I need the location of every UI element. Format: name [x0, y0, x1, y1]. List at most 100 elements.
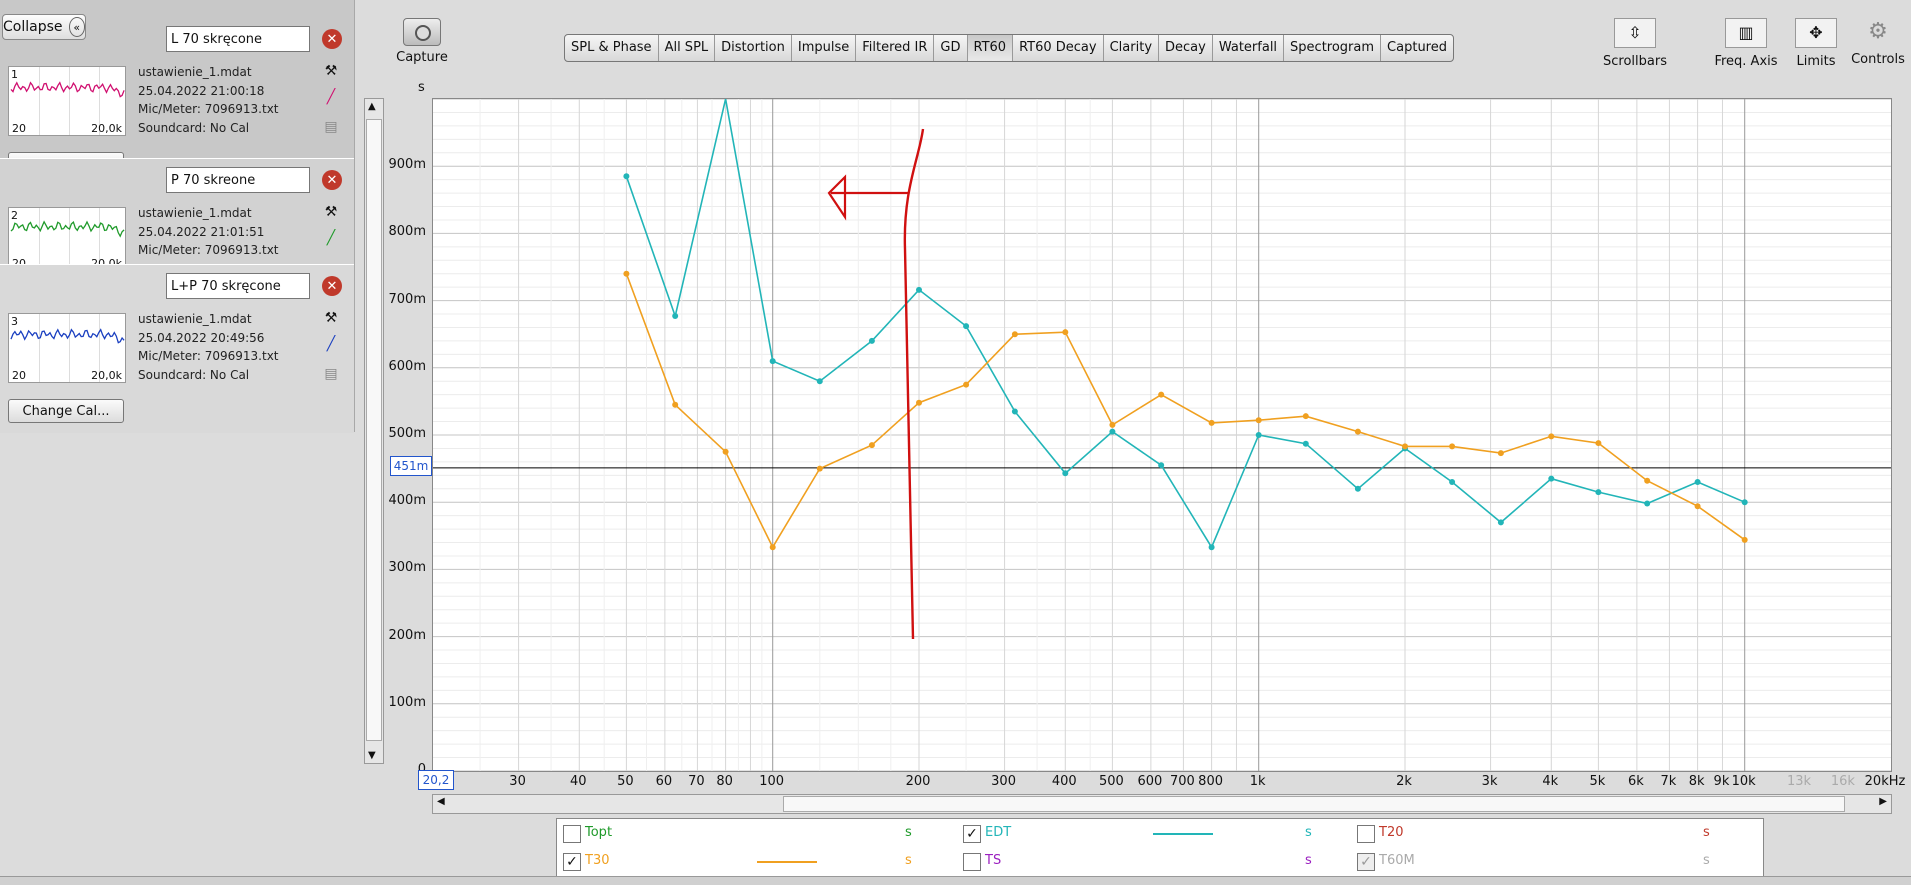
measurement-thumbnail[interactable]: 2 20 20,0k: [8, 207, 126, 271]
x-tick-label: 800: [1198, 774, 1223, 789]
data-point-t30: [1158, 391, 1165, 398]
pen-color-icon[interactable]: ╱: [322, 88, 340, 106]
notes-icon[interactable]: ▤: [322, 118, 340, 136]
data-point-edt: [1548, 475, 1555, 482]
change-cal-button[interactable]: Change Cal...: [8, 399, 124, 423]
data-point-t30: [1644, 477, 1651, 484]
limits-button[interactable]: ✥ Limits: [1790, 18, 1842, 69]
legend-unit: s: [1703, 825, 1710, 840]
measurement-mic: Mic/Meter: 7096913.txt: [138, 243, 279, 258]
legend-checkbox-edt[interactable]: ✓: [963, 825, 981, 843]
freq-axis-icon: ▥: [1725, 18, 1767, 48]
freq-axis-button[interactable]: ▥ Freq. Axis: [1710, 18, 1782, 69]
pen-color-icon[interactable]: ╱: [322, 335, 340, 353]
data-point-t30: [1062, 329, 1069, 336]
measurement-thumbnail[interactable]: 3 20 20,0k: [8, 313, 126, 383]
data-point-t30: [1449, 443, 1456, 450]
scrollbars-button[interactable]: ⇳ Scrollbars: [1600, 18, 1670, 69]
legend-label: EDT: [985, 825, 1012, 840]
measurement-file: ustawienie_1.mdat: [138, 65, 252, 79]
measurement-mic: Mic/Meter: 7096913.txt: [138, 102, 279, 117]
tab-all-spl[interactable]: All SPL: [659, 35, 716, 61]
waveform-settings-icon[interactable]: ⚒: [322, 62, 340, 80]
data-point-t30: [1011, 331, 1018, 338]
remove-measurement-icon[interactable]: ✕: [322, 29, 342, 49]
y-tick-label: 700m: [388, 291, 426, 307]
waveform-settings-icon[interactable]: ⚒: [322, 203, 340, 221]
legend-label: T20: [1379, 825, 1404, 840]
tab-clarity[interactable]: Clarity: [1104, 35, 1160, 61]
limits-label: Limits: [1796, 54, 1836, 69]
capture-button[interactable]: Capture: [392, 18, 452, 74]
data-point-t30: [1302, 413, 1309, 420]
y-axis-unit: s: [418, 80, 425, 95]
cursor-x-readout: 20,2: [418, 770, 454, 790]
legend-line-swatch: [757, 861, 817, 863]
tab-spl-phase[interactable]: SPL & Phase: [565, 35, 659, 61]
x-tick-label: 3k: [1481, 774, 1498, 789]
tab-filtered-ir[interactable]: Filtered IR: [856, 35, 935, 61]
tab-rt60[interactable]: RT60: [967, 35, 1014, 61]
measurement-soundcard: Soundcard: No Cal: [138, 367, 250, 382]
tab-waterfall[interactable]: Waterfall: [1213, 35, 1285, 61]
y-tick-label: 600m: [388, 358, 426, 374]
legend-checkbox-t60m[interactable]: ✓: [1357, 853, 1375, 871]
horizontal-scroll-thumb[interactable]: [783, 796, 1845, 812]
tab-impulse[interactable]: Impulse: [792, 35, 857, 61]
tab-captured[interactable]: Captured: [1381, 35, 1453, 61]
data-point-t30: [1595, 440, 1602, 447]
legend-checkbox-t30[interactable]: ✓: [563, 853, 581, 871]
y-tick-label: 0: [364, 762, 426, 777]
measurement-datetime: 25.04.2022 20:49:56: [138, 330, 265, 345]
measurement-thumbnail[interactable]: 1 20 20,0k: [8, 66, 126, 136]
data-point-edt: [1741, 499, 1748, 506]
measurement-datetime: 25.04.2022 21:01:51: [138, 224, 265, 239]
tab-decay[interactable]: Decay: [1159, 35, 1213, 61]
legend-checkbox-ts[interactable]: [963, 853, 981, 871]
legend-label: TS: [985, 853, 1002, 868]
waveform-settings-icon[interactable]: ⚒: [322, 309, 340, 327]
data-point-t30: [1497, 450, 1504, 457]
data-point-t30: [1548, 433, 1555, 440]
y-tick-label: 100m: [388, 694, 426, 710]
range-high-label: 20,0k: [91, 369, 122, 382]
measurement-name-input[interactable]: L+P 70 skręcone: [166, 273, 310, 299]
measurement-name-input[interactable]: P 70 skreone: [166, 167, 310, 193]
legend-checkbox-topt[interactable]: [563, 825, 581, 843]
measurement-item-2[interactable]: P 70 skreone ✕ 2 20 20,0k ustawienie_1.m…: [0, 158, 354, 277]
graph-tabs: SPL & Phase All SPL Distortion Impulse Filte…: [564, 34, 1454, 62]
pen-color-icon[interactable]: ╱: [322, 229, 340, 247]
y-tick-label: 400m: [388, 493, 426, 509]
y-tick-label: 200m: [388, 627, 426, 643]
data-point-edt: [1595, 489, 1602, 496]
remove-measurement-icon[interactable]: ✕: [322, 170, 342, 190]
measurement-meta: ustawienie_1.mdat 25.04.2022 21:00:18 Mi…: [138, 63, 279, 137]
controls-button[interactable]: ⚙ Controls: [1848, 18, 1908, 67]
data-point-edt: [1011, 408, 1018, 415]
tab-spectrogram[interactable]: Spectrogram: [1284, 35, 1382, 61]
data-point-t30: [1694, 503, 1701, 510]
legend-unit: s: [1703, 853, 1710, 868]
tab-gd[interactable]: GD: [934, 35, 968, 61]
legend-unit: s: [905, 853, 912, 868]
data-point-edt: [1644, 500, 1651, 507]
x-tick-label: 1k: [1249, 774, 1266, 789]
data-point-edt: [1255, 432, 1262, 438]
controls-label: Controls: [1851, 52, 1905, 67]
data-point-edt: [672, 313, 679, 320]
legend-checkbox-t20[interactable]: [1357, 825, 1375, 843]
measurement-name-input[interactable]: L 70 skręcone: [166, 26, 310, 52]
notes-icon[interactable]: ▤: [322, 365, 340, 383]
measurement-item-3[interactable]: L+P 70 skręcone ✕ 3 20 20,0k ustawienie_…: [0, 264, 354, 433]
rt60-plot[interactable]: [432, 98, 1892, 772]
x-tick-label: 80: [716, 774, 733, 789]
x-tick-label: 10k: [1731, 774, 1756, 789]
data-point-edt: [1449, 479, 1456, 486]
remove-measurement-icon[interactable]: ✕: [322, 276, 342, 296]
tab-distortion[interactable]: Distortion: [715, 35, 792, 61]
measurement-item-1[interactable]: L 70 skręcone ✕ 1 20 20,0k ustawienie_1.…: [0, 0, 354, 150]
tab-rt60-decay[interactable]: RT60 Decay: [1013, 35, 1104, 61]
horizontal-scrollbar[interactable]: ◀ ▶: [432, 794, 1892, 814]
freq-axis-label: Freq. Axis: [1714, 54, 1778, 69]
data-point-edt: [769, 358, 776, 365]
